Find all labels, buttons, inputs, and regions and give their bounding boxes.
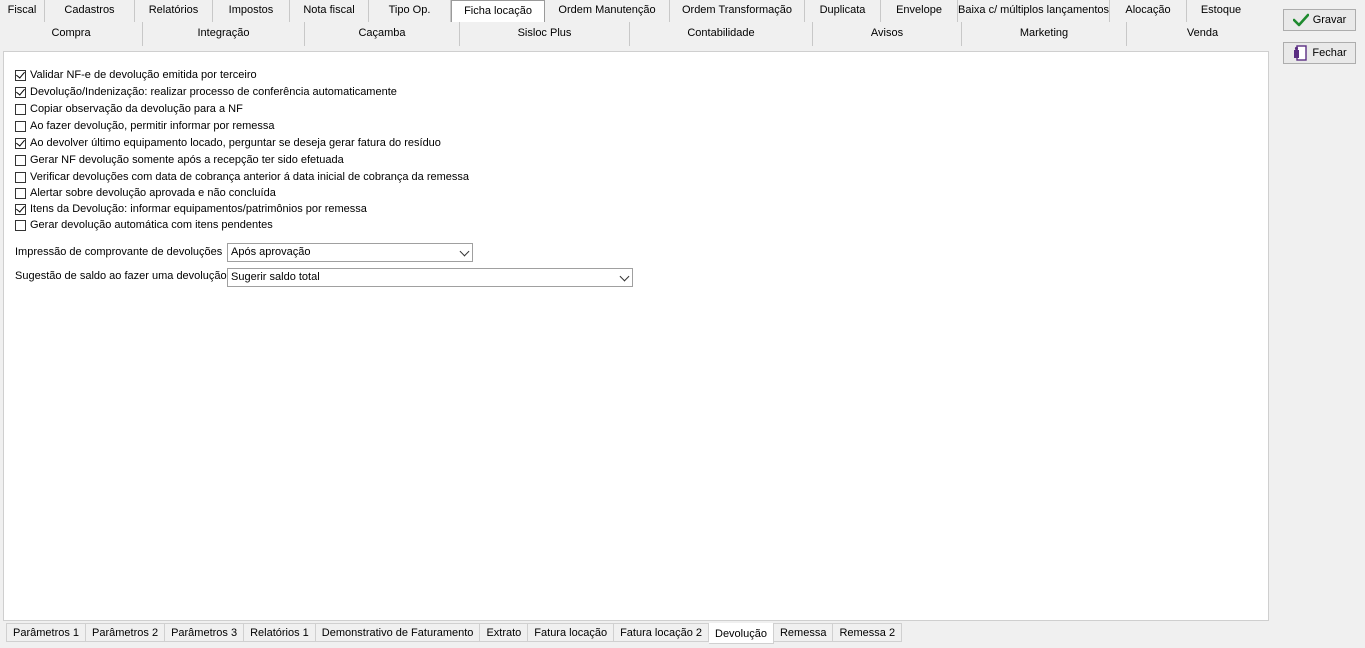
fechar-button[interactable]: Fechar (1283, 42, 1356, 64)
checkbox[interactable] (15, 86, 26, 98)
tab-row2-1[interactable]: Integração (143, 22, 305, 46)
bottom-tab-3[interactable]: Relatórios 1 (244, 623, 316, 642)
bottom-tab-5[interactable]: Extrato (480, 623, 529, 642)
top-tabs-row1: Fiscal Cadastros Relatórios Impostos Nota fi… (0, 0, 1278, 22)
checkbox[interactable] (15, 203, 26, 215)
checkbox-label: Gerar NF devolução somente após a recepç… (30, 154, 344, 166)
chevron-down-icon (619, 271, 630, 282)
bottom-tab-8[interactable]: Devolução (709, 623, 774, 644)
fechar-label: Fechar (1312, 47, 1347, 59)
checkbox-row-3[interactable]: Ao fazer devolução, permitir informar po… (15, 118, 275, 134)
tab-8[interactable]: Ordem Transformação (670, 0, 805, 22)
checkbox-row-6[interactable]: Verificar devoluções com data de cobranç… (15, 169, 469, 185)
checkbox-row-7[interactable]: Alertar sobre devolução aprovada e não c… (15, 185, 276, 201)
checkbox[interactable] (15, 137, 26, 149)
checkbox-row-1[interactable]: Devolução/Indenização: realizar processo… (15, 84, 397, 100)
tab-row2-5[interactable]: Avisos (813, 22, 962, 46)
checkbox-label: Copiar observação da devolução para a NF (30, 103, 243, 115)
checkbox-label: Alertar sobre devolução aprovada e não c… (30, 187, 276, 199)
checkbox-row-9[interactable]: Gerar devolução automática com itens pen… (15, 217, 273, 233)
tab-5[interactable]: Tipo Op. (369, 0, 451, 22)
checkbox[interactable] (15, 187, 26, 199)
impressao-value: Após aprovação (231, 246, 311, 258)
tab-1[interactable]: Cadastros (45, 0, 135, 22)
tab-13[interactable]: Estoque (1187, 0, 1255, 22)
exit-door-icon (1292, 45, 1308, 61)
check-icon (1292, 13, 1309, 27)
bottom-tab-0[interactable]: Parâmetros 1 (6, 623, 87, 642)
checkbox[interactable] (15, 171, 26, 183)
tab-row2-2[interactable]: Caçamba (305, 22, 460, 46)
checkbox[interactable] (15, 69, 26, 81)
tab-9[interactable]: Duplicata (805, 0, 881, 22)
bottom-tab-2[interactable]: Parâmetros 3 (165, 623, 245, 642)
bottom-tabs: Parâmetros 1 Parâmetros 2 Parâmetros 3 Rela… (6, 623, 903, 644)
tab-3[interactable]: Impostos (213, 0, 290, 22)
checkbox[interactable] (15, 154, 26, 166)
checkbox-row-5[interactable]: Gerar NF devolução somente após a recepç… (15, 152, 344, 168)
checkbox-row-4[interactable]: Ao devolver último equipamento locado, p… (15, 135, 441, 151)
chevron-down-icon (459, 246, 470, 257)
checkbox[interactable] (15, 103, 26, 115)
tab-11[interactable]: Baixa c/ múltiplos lançamentos (958, 0, 1110, 22)
sugestao-select[interactable]: Sugerir saldo total (227, 268, 633, 287)
bottom-tab-6[interactable]: Fatura locação (528, 623, 615, 642)
checkbox[interactable] (15, 219, 26, 231)
tab-row2-3[interactable]: Sisloc Plus (460, 22, 630, 46)
checkbox-label: Gerar devolução automática com itens pen… (30, 219, 273, 231)
tab-row2-4[interactable]: Contabilidade (630, 22, 813, 46)
checkbox-label: Itens da Devolução: informar equipamento… (30, 203, 367, 215)
sugestao-value: Sugerir saldo total (231, 271, 320, 283)
checkbox[interactable] (15, 120, 26, 132)
bottom-tab-4[interactable]: Demonstrativo de Faturamento (315, 623, 481, 642)
impressao-label: Impressão de comprovante de devoluções (15, 246, 223, 258)
tab-row2-7[interactable]: Venda (1127, 22, 1278, 46)
checkbox-label: Verificar devoluções com data de cobranç… (30, 171, 470, 183)
checkbox-row-8[interactable]: Itens da Devolução: informar equipamento… (15, 201, 367, 217)
checkbox-label: Validar NF-e de devolução emitida por te… (30, 69, 257, 81)
tab-4[interactable]: Nota fiscal (290, 0, 369, 22)
bottom-tab-9[interactable]: Remessa (773, 623, 834, 642)
tab-2[interactable]: Relatórios (135, 0, 213, 22)
gravar-button[interactable]: Gravar (1283, 9, 1356, 31)
tab-6[interactable]: Ficha locação (451, 0, 545, 22)
top-tabs-row2: Compra Integração Caçamba Sisloc Plus Contab… (0, 22, 1278, 46)
bottom-tab-7[interactable]: Fatura locação 2 (614, 623, 709, 642)
tab-row2-0[interactable]: Compra (0, 22, 143, 46)
checkbox-label: Ao devolver último equipamento locado, p… (30, 137, 441, 149)
gravar-label: Gravar (1312, 14, 1347, 26)
tab-0[interactable]: Fiscal (0, 0, 45, 22)
tab-10[interactable]: Envelope (881, 0, 958, 22)
tab-12[interactable]: Alocação (1110, 0, 1187, 22)
bottom-tab-10[interactable]: Remessa 2 (833, 623, 903, 642)
sugestao-label: Sugestão de saldo ao fazer uma devolução (15, 270, 227, 282)
ficha-locacao-devolucao-panel: Validar NF-e de devolução emitida por te… (3, 51, 1269, 621)
checkbox-row-2[interactable]: Copiar observação da devolução para a NF (15, 101, 243, 117)
bottom-tab-1[interactable]: Parâmetros 2 (86, 623, 166, 642)
tab-row2-6[interactable]: Marketing (962, 22, 1127, 46)
checkbox-label: Devolução/Indenização: realizar processo… (30, 86, 397, 98)
impressao-select[interactable]: Após aprovação (227, 243, 473, 262)
tab-7[interactable]: Ordem Manutenção (545, 0, 670, 22)
checkbox-label: Ao fazer devolução, permitir informar po… (30, 120, 275, 132)
checkbox-row-0[interactable]: Validar NF-e de devolução emitida por te… (15, 67, 257, 83)
